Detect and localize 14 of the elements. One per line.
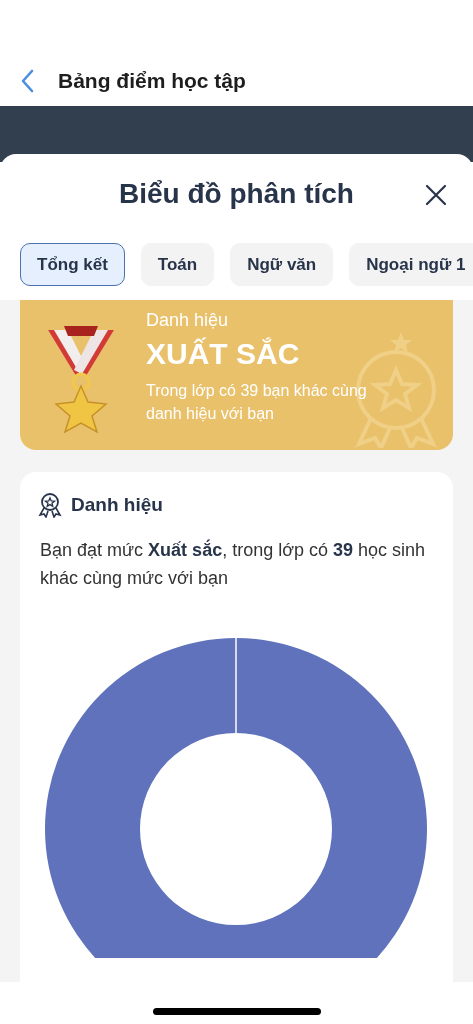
award-title: XUẤT SẮC bbox=[146, 336, 301, 371]
back-icon[interactable] bbox=[20, 69, 34, 93]
tab[interactable]: Ngoại ngữ 1 bbox=[349, 243, 473, 286]
award-summary: Bạn đạt mức Xuất sắc, trong lớp có 39 học sinh khác cùng mức với bạn bbox=[40, 538, 427, 590]
award-description: Trong lớp có 39 bạn khác cùng danh hiệu với bạn bbox=[146, 380, 368, 424]
close-icon[interactable] bbox=[425, 184, 447, 206]
tab[interactable]: Ngữ văn bbox=[230, 243, 334, 286]
page-title: Bảng điểm học tập bbox=[58, 69, 246, 93]
tab[interactable]: Tổng kết bbox=[20, 243, 125, 286]
tab[interactable]: Toán bbox=[140, 243, 215, 286]
award-label: Danh hiệu bbox=[146, 309, 230, 331]
award-icon bbox=[37, 492, 63, 518]
sheet-title: Biểu đồ phân tích bbox=[119, 178, 354, 210]
card-heading: Danh hiệu bbox=[71, 494, 163, 516]
